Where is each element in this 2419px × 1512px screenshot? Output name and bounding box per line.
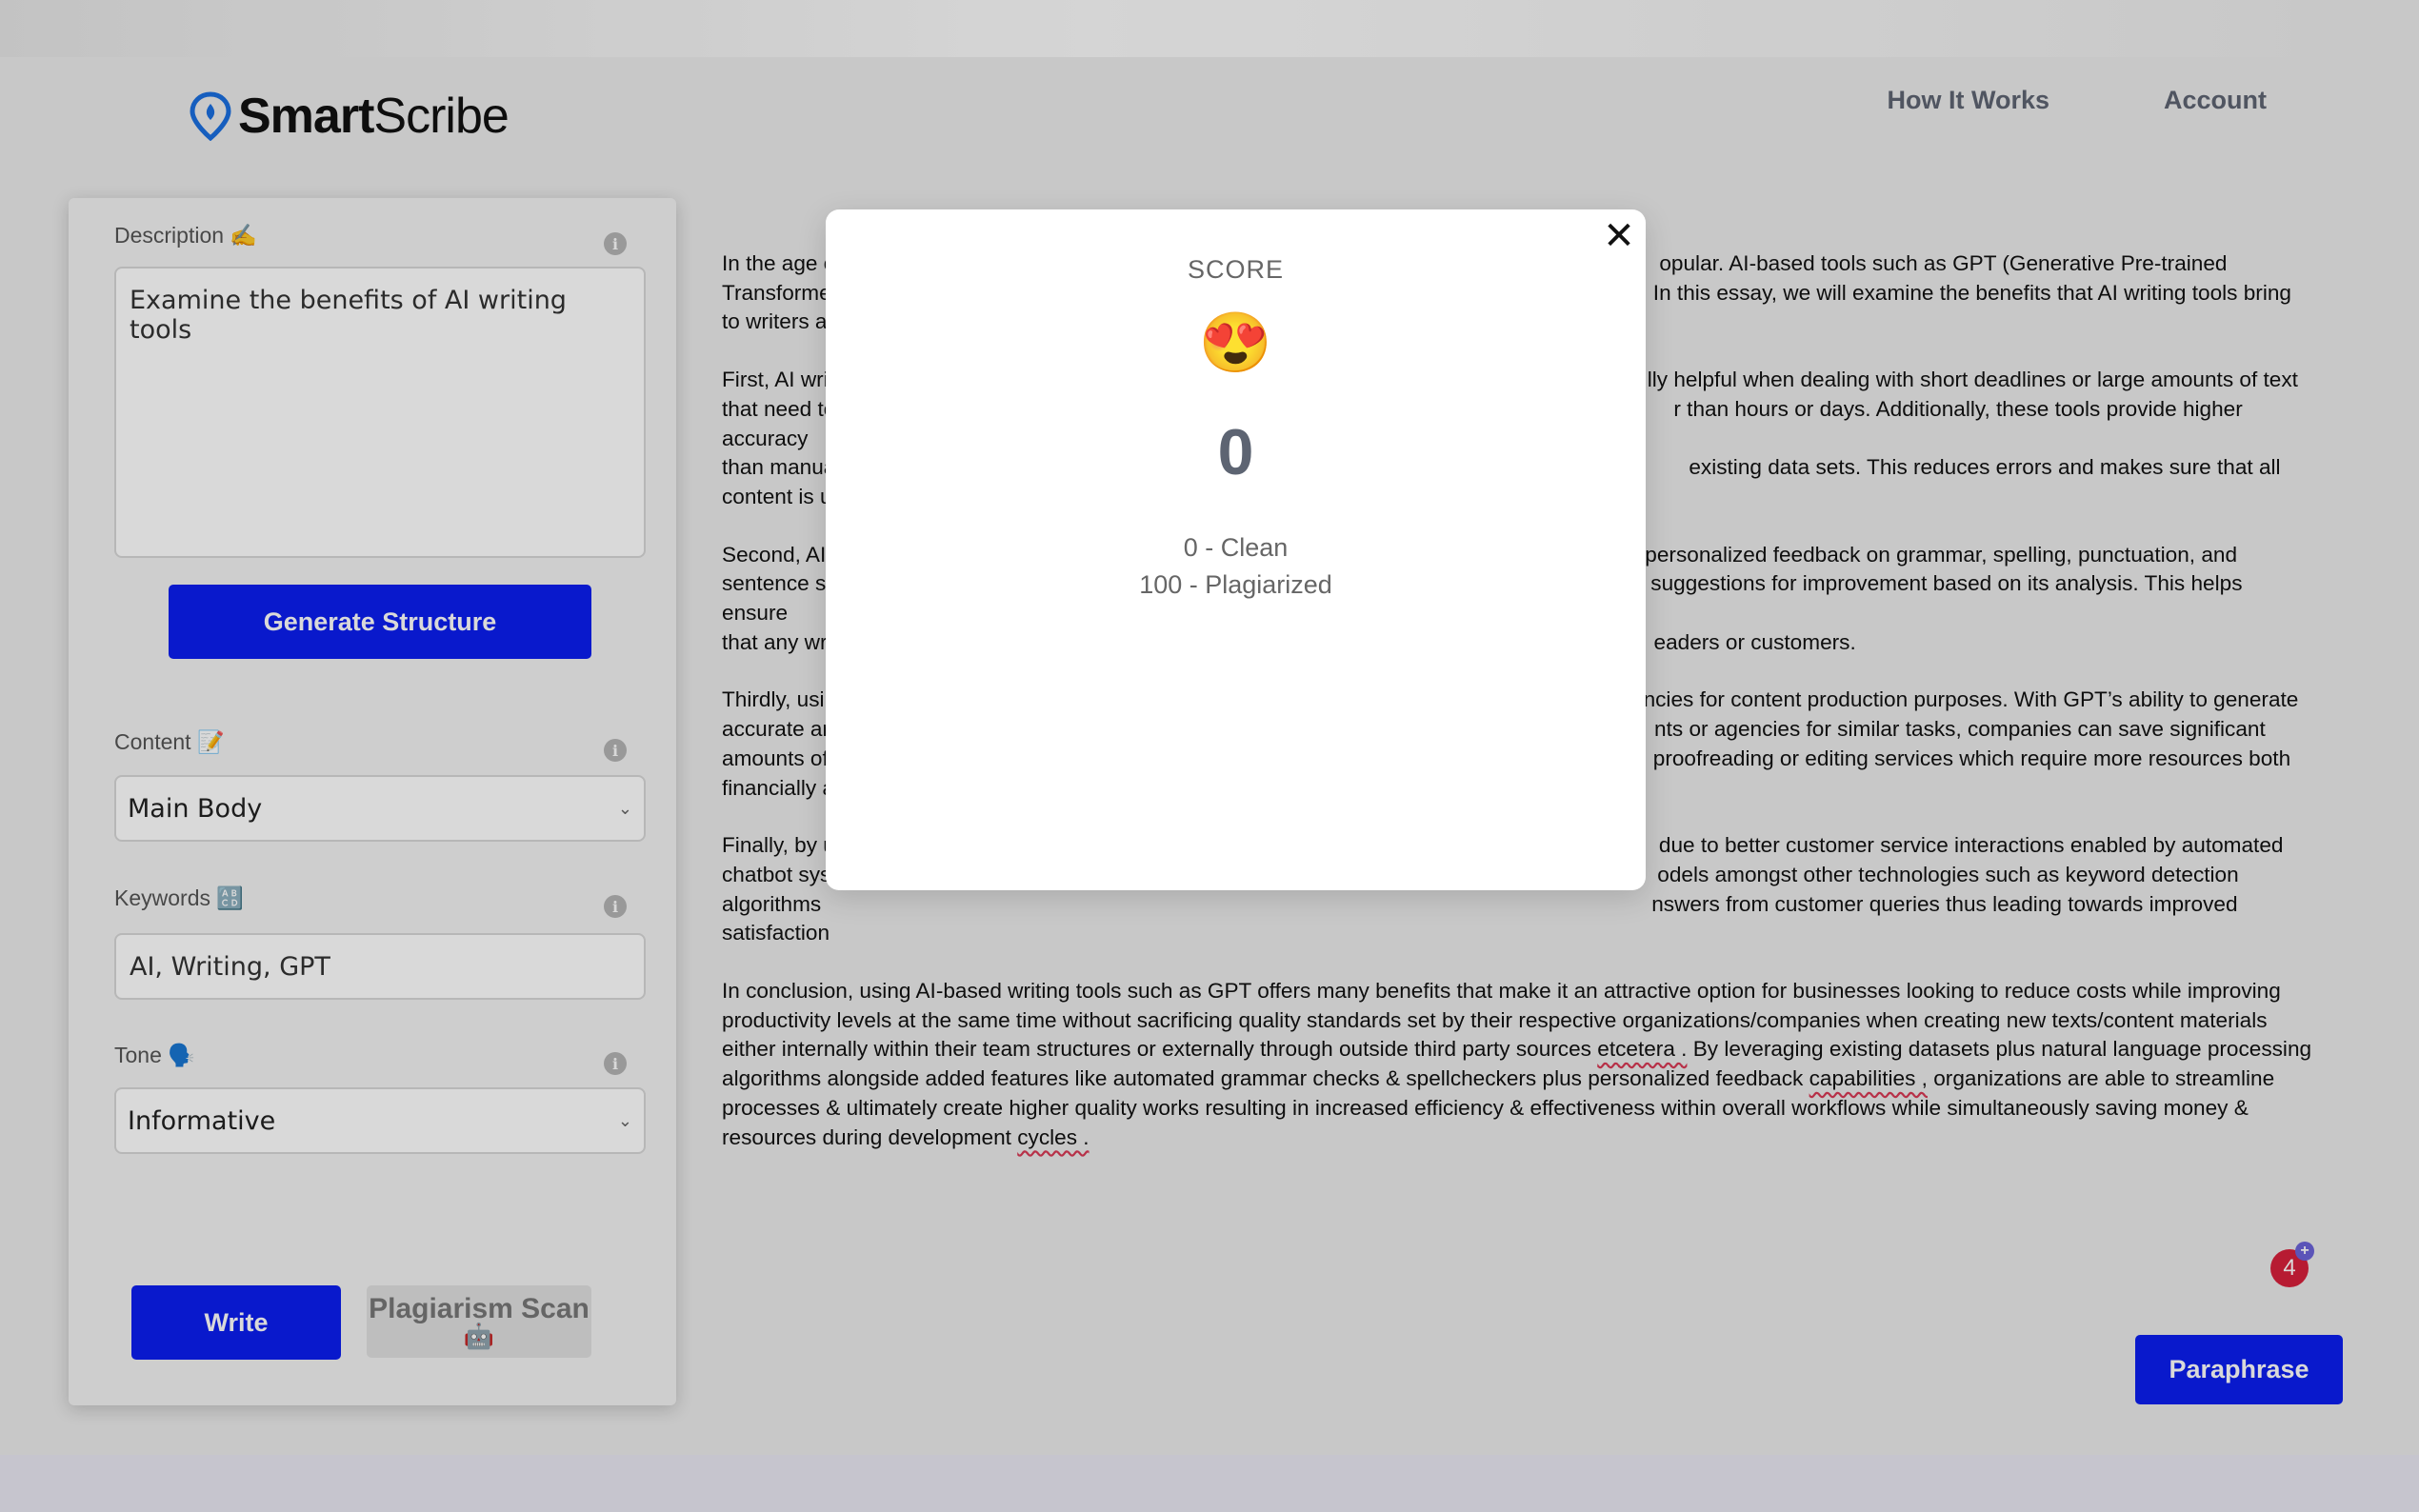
close-icon[interactable]: ✕ — [1600, 214, 1638, 258]
heart-eyes-emoji-icon: 😍 — [1198, 310, 1273, 376]
score-title: SCORE — [1187, 255, 1285, 284]
score-legend-plagiarized: 100 - Plagiarized — [1139, 570, 1332, 599]
score-modal: ✕ SCORE 😍 0 0 - Clean 100 - Plagiarized — [826, 209, 1646, 890]
score-legend-clean: 0 - Clean — [1183, 533, 1289, 562]
score-value: 0 — [1217, 416, 1254, 488]
